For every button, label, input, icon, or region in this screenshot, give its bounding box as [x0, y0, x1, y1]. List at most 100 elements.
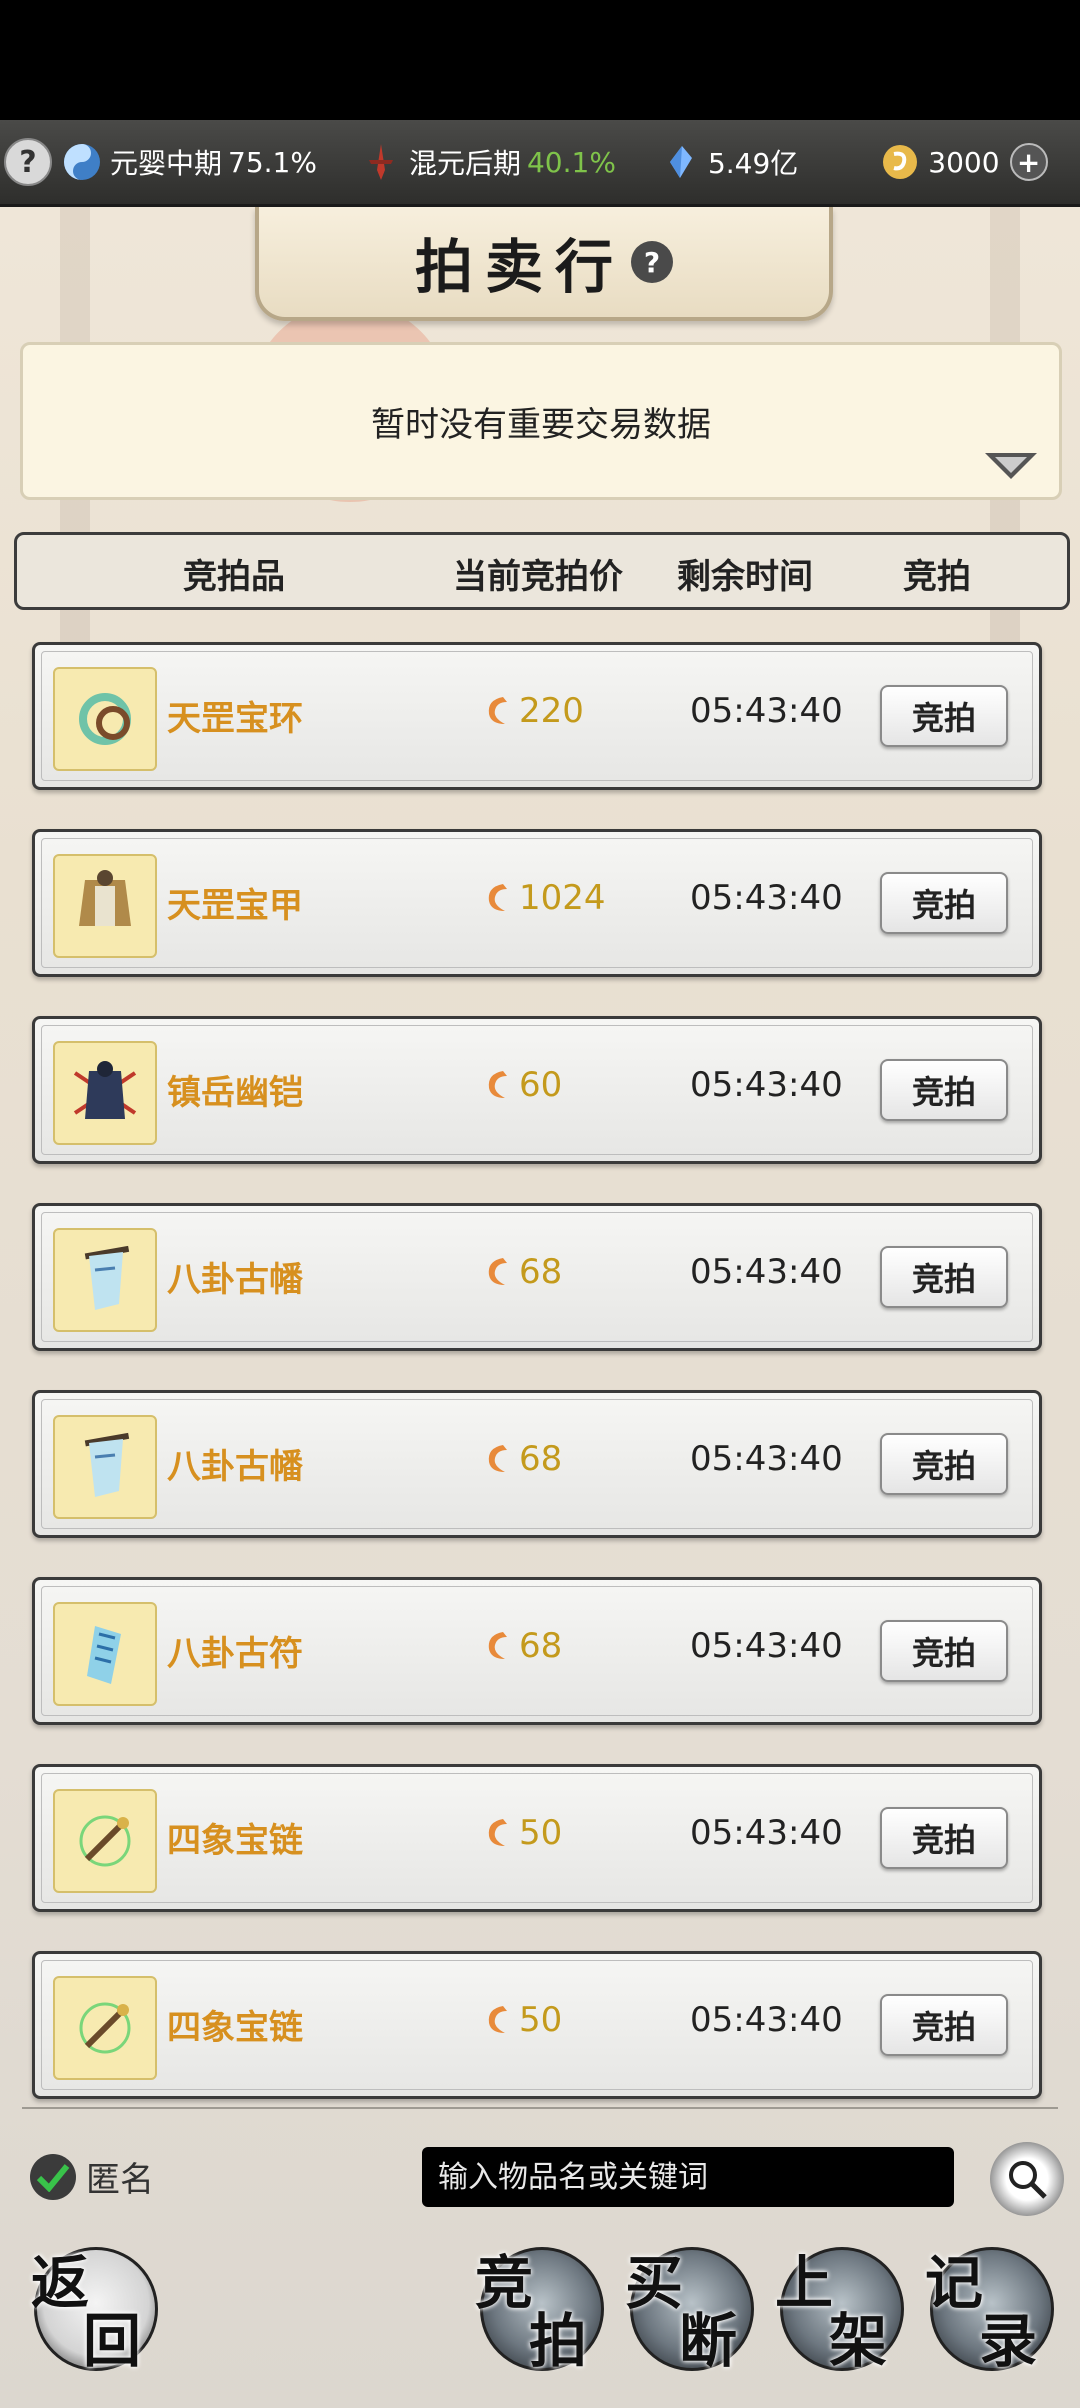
crystal-icon	[660, 142, 700, 182]
add-currency-button[interactable]: +	[1009, 143, 1048, 181]
table-row: 四象宝链 50 05:43:40 竞拍	[32, 1764, 1042, 1912]
records-char-2: 录	[979, 2307, 1038, 2375]
price: 68	[481, 1439, 562, 1479]
top-black-bar	[0, 0, 1080, 120]
price: 1024	[481, 878, 606, 918]
records-char-1: 记	[925, 2249, 984, 2317]
checkmark-icon[interactable]	[30, 2153, 76, 2200]
time-remaining: 05:43:40	[690, 1439, 843, 1479]
auction-scene: 拍卖行 ? 暂时没有重要交易数据 竞拍品 当前竞拍价 剩余时间 竞拍 天罡宝环 …	[0, 207, 1080, 2408]
table-row: 八卦古符 68 05:43:40 竞拍	[32, 1577, 1042, 1725]
table-row: 八卦古幡 68 05:43:40 竞拍	[32, 1203, 1042, 1351]
price-value: 220	[519, 691, 584, 731]
search-icon	[1009, 2161, 1047, 2199]
price: 220	[481, 691, 584, 731]
price-value: 68	[519, 1252, 563, 1292]
buyout-char-1: 买	[625, 2249, 684, 2317]
price-coin-icon	[488, 2006, 507, 2033]
expand-arrow-icon[interactable]	[981, 449, 1041, 483]
item-name: 八卦古符	[167, 1634, 303, 1674]
realm-status: 混元后期 40.1%	[361, 142, 616, 182]
price: 60	[481, 1065, 562, 1105]
item-name: 八卦古幡	[167, 1260, 303, 1300]
header-price: 当前竞拍价	[453, 557, 623, 597]
auction-tab-button[interactable]: 竞 拍	[475, 2247, 604, 2375]
price-value: 68	[519, 1626, 563, 1666]
item-name: 天罡宝甲	[167, 886, 303, 926]
price-coin-icon	[488, 1071, 507, 1098]
price-value: 50	[519, 1813, 563, 1853]
cultivation-label: 元婴中期	[110, 147, 223, 180]
spirit-stone-value: 5.49亿	[707, 147, 799, 180]
title-plaque: 拍卖行 ?	[255, 207, 833, 321]
armor-icon[interactable]	[53, 854, 157, 958]
bid-button[interactable]: 竞拍	[880, 1433, 1008, 1495]
table-row: 天罡宝甲 1024 05:43:40 竞拍	[32, 829, 1042, 977]
ring-icon[interactable]	[53, 667, 157, 771]
price: 50	[481, 2000, 562, 2040]
header-bid: 竞拍	[903, 557, 971, 597]
time-remaining: 05:43:40	[690, 1065, 843, 1105]
spirit-stone-status: 5.49亿	[660, 142, 798, 182]
bid-button[interactable]: 竞拍	[880, 1620, 1008, 1682]
time-remaining: 05:43:40	[690, 1252, 843, 1292]
time-remaining: 05:43:40	[690, 1813, 843, 1853]
help-icon[interactable]: ?	[631, 241, 673, 283]
list-char-1: 上	[775, 2249, 834, 2317]
bid-button[interactable]: 竞拍	[880, 872, 1008, 934]
price-value: 60	[519, 1065, 563, 1105]
price-value: 1024	[519, 878, 606, 918]
time-remaining: 05:43:40	[690, 691, 843, 731]
search-field[interactable]	[422, 2147, 954, 2207]
auction-list: 天罡宝环 220 05:43:40 竞拍 天罡宝甲 1024 05:43:40 …	[32, 642, 1042, 2138]
price-coin-icon	[488, 1819, 507, 1846]
item-name: 四象宝链	[167, 1821, 303, 1861]
notice-panel: 暂时没有重要交易数据	[20, 342, 1062, 500]
chain-icon[interactable]	[53, 1976, 157, 2080]
notice-text: 暂时没有重要交易数据	[371, 404, 711, 445]
list-item-tab-button[interactable]: 上 架	[775, 2247, 904, 2375]
chain-icon[interactable]	[53, 1789, 157, 1893]
price: 68	[481, 1626, 562, 1666]
price: 68	[481, 1252, 562, 1292]
help-icon[interactable]: ?	[4, 138, 52, 186]
currency-status: 3000 +	[880, 142, 1048, 182]
cultivation-status: 元婴中期 75.1%	[62, 142, 317, 182]
talisman-icon[interactable]	[53, 1602, 157, 1706]
time-remaining: 05:43:40	[690, 1626, 843, 1666]
auction-char-1: 竞	[475, 2249, 534, 2317]
item-name: 八卦古幡	[167, 1447, 303, 1487]
price-coin-icon	[488, 1445, 507, 1472]
bid-button[interactable]: 竞拍	[880, 1059, 1008, 1121]
gold-coin-icon	[880, 142, 920, 182]
buyout-tab-button[interactable]: 买 断	[625, 2247, 754, 2375]
yin-yang-icon	[62, 142, 102, 182]
item-name: 四象宝链	[167, 2008, 303, 2048]
header-item: 竞拍品	[183, 557, 285, 597]
header-time: 剩余时间	[677, 557, 813, 597]
page-title: 拍卖行	[414, 233, 625, 301]
search-button[interactable]	[990, 2142, 1064, 2216]
table-row: 四象宝链 50 05:43:40 竞拍	[32, 1951, 1042, 2099]
time-remaining: 05:43:40	[690, 2000, 843, 2040]
time-remaining: 05:43:40	[690, 878, 843, 918]
search-input[interactable]	[436, 2158, 954, 2196]
bid-button[interactable]: 竞拍	[880, 1807, 1008, 1869]
dark-armor-icon[interactable]	[53, 1041, 157, 1145]
banner-icon[interactable]	[53, 1228, 157, 1332]
back-button[interactable]: 返 回	[31, 2247, 158, 2375]
table-row: 镇岳幽铠 60 05:43:40 竞拍	[32, 1016, 1042, 1164]
records-tab-button[interactable]: 记 录	[925, 2247, 1054, 2375]
bid-button[interactable]: 竞拍	[880, 685, 1008, 747]
bid-button[interactable]: 竞拍	[880, 1994, 1008, 2056]
banner-icon[interactable]	[53, 1415, 157, 1519]
list-char-2: 架	[829, 2307, 888, 2375]
anonymous-toggle[interactable]: 匿名	[30, 2152, 154, 2201]
price-coin-icon	[488, 697, 507, 724]
sword-icon	[361, 142, 401, 182]
bid-button[interactable]: 竞拍	[880, 1246, 1008, 1308]
anonymous-label: 匿名	[86, 2160, 154, 2200]
price: 50	[481, 1813, 562, 1853]
item-name: 镇岳幽铠	[167, 1073, 303, 1113]
realm-label: 混元后期	[408, 147, 521, 180]
